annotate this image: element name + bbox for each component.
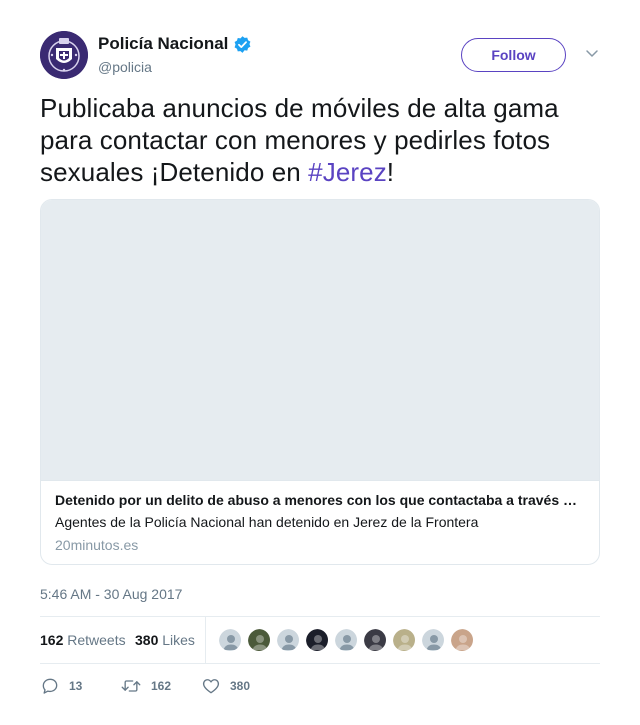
follow-button[interactable]: Follow: [461, 38, 566, 72]
tweet-timestamp[interactable]: 5:46 AM - 30 Aug 2017: [40, 586, 182, 602]
liker-avatar[interactable]: [450, 628, 474, 652]
retweets-stat[interactable]: 162 Retweets: [40, 632, 126, 648]
author-names: Policía Nacional @policia: [98, 33, 252, 76]
retweet-count: 162: [151, 679, 172, 693]
retweets-count: 162: [40, 632, 64, 648]
link-preview-card[interactable]: Detenido por un delito de abuso a menore…: [40, 199, 600, 565]
liker-avatar[interactable]: [276, 628, 300, 652]
tweet-header: Policía Nacional @policia Follow: [40, 30, 600, 82]
retweets-label: Retweets: [67, 632, 126, 648]
retweet-icon: [121, 680, 141, 692]
card-description: Agentes de la Policía Nacional han deten…: [55, 514, 479, 530]
chevron-down-icon[interactable]: [585, 46, 599, 60]
heart-icon: [202, 679, 220, 694]
liker-avatar[interactable]: [218, 628, 242, 652]
profile-avatar[interactable]: [40, 31, 88, 79]
tweet-text-body: Publicaba anuncios de móviles de alta ga…: [40, 93, 559, 187]
default-avatar-icon: [277, 629, 299, 651]
stats-divider: [205, 617, 206, 663]
police-shield-icon: [40, 31, 88, 79]
card-title: Detenido por un delito de abuso a menore…: [55, 492, 585, 508]
liker-avatar[interactable]: [363, 628, 387, 652]
tweet-text-end: !: [386, 157, 395, 187]
user-avatar-icon: [364, 629, 386, 651]
likes-label: Likes: [162, 632, 195, 648]
like-action[interactable]: 380: [201, 674, 250, 698]
like-count: 380: [230, 679, 251, 693]
default-avatar-icon: [422, 629, 444, 651]
author-display-name-row[interactable]: Policía Nacional: [98, 33, 252, 55]
reply-count: 13: [69, 679, 83, 693]
tweet: Policía Nacional @policia Follow Publica…: [40, 30, 600, 694]
liker-avatar[interactable]: [421, 628, 445, 652]
tweet-actions: 13 162 380: [40, 674, 600, 698]
tweet-stats: 162 Retweets 380 Likes: [40, 616, 600, 664]
card-image-placeholder: [41, 200, 599, 481]
card-domain: 20minutos.es: [55, 537, 139, 553]
tweet-text: Publicaba anuncios de móviles de alta ga…: [40, 92, 600, 188]
user-avatar-icon: [306, 629, 328, 651]
user-avatar-icon: [393, 629, 415, 651]
author-display-name[interactable]: Policía Nacional: [98, 33, 228, 55]
reply-icon: [42, 678, 58, 694]
hashtag-link[interactable]: #Jerez: [308, 157, 387, 187]
retweet-action[interactable]: 162: [120, 674, 171, 698]
user-avatar-icon: [248, 629, 270, 651]
liker-avatar[interactable]: [247, 628, 271, 652]
liker-avatar[interactable]: [334, 628, 358, 652]
verified-badge-icon: [234, 35, 251, 53]
reply-action[interactable]: 13: [40, 674, 82, 698]
likes-stat[interactable]: 380 Likes: [135, 632, 195, 648]
user-avatar-icon: [451, 629, 473, 651]
liker-avatar[interactable]: [392, 628, 416, 652]
card-body: Detenido por un delito de abuso a menore…: [55, 491, 585, 554]
likes-count: 380: [135, 632, 159, 648]
liker-avatar[interactable]: [305, 628, 329, 652]
default-avatar-icon: [335, 629, 357, 651]
author-handle[interactable]: @policia: [98, 58, 252, 76]
default-avatar-icon: [219, 629, 241, 651]
